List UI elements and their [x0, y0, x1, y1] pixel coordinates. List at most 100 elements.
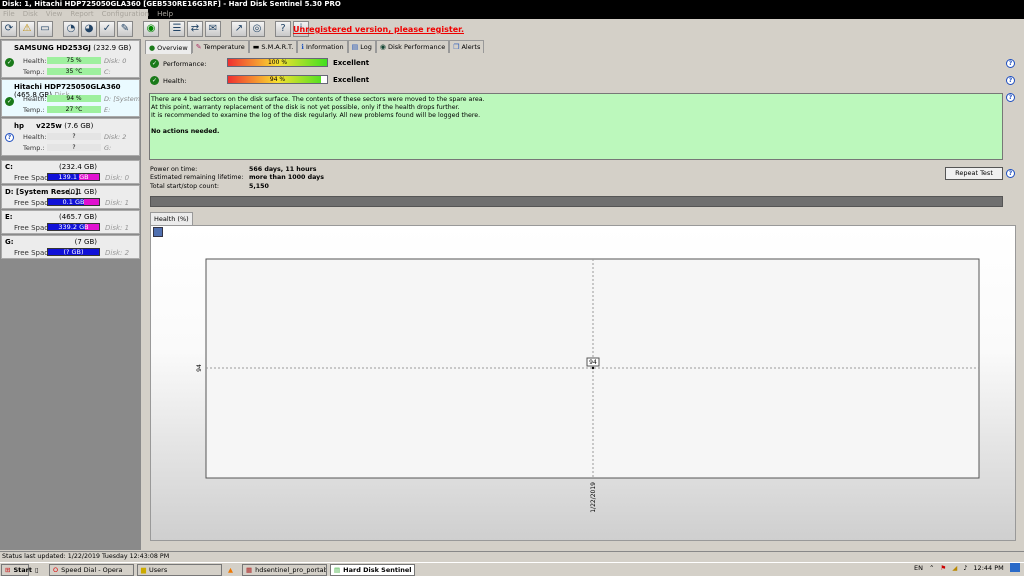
help-icon[interactable]: ?	[1006, 93, 1015, 102]
graph-icon[interactable]: ↗	[231, 21, 247, 37]
network-warning-icon[interactable]: ◢	[952, 564, 957, 572]
disk-index: Disk: 2	[104, 133, 127, 141]
taskbar-users[interactable]: ▆ Users	[137, 563, 222, 576]
language-indicator[interactable]: EN	[914, 564, 923, 572]
taskbar-label: Hard Disk Sentinel	[343, 565, 412, 574]
start-stop-label: Total start/stop count:	[150, 183, 219, 190]
disk-test-icon[interactable]: ◔	[63, 21, 79, 37]
taskbar-hard-disk-sentinel[interactable]: ▤ Hard Disk Sentinel	[330, 563, 415, 576]
temp-label: Temp.:	[23, 106, 45, 114]
windows-logo-icon: ⊞	[5, 565, 11, 574]
disk-volume: G:	[104, 144, 112, 152]
sync-icon[interactable]: ⇄	[187, 21, 203, 37]
volume-icon[interactable]: ♪	[963, 564, 967, 572]
network-icon[interactable]: ◉	[143, 21, 159, 37]
help-icon[interactable]: ?	[1006, 76, 1015, 85]
help-icon[interactable]: ?	[1006, 169, 1015, 178]
health-chart-area: 94 94 1/22/2019	[150, 225, 1016, 541]
start-button[interactable]: ⊞ Start	[1, 563, 32, 576]
action-center-icon[interactable]: ⚑	[940, 564, 946, 572]
tab-disk-performance[interactable]: ◉ Disk Performance	[375, 40, 450, 53]
hds-icon: ▤	[334, 565, 341, 574]
tab-overview[interactable]: ● Overview	[145, 40, 192, 54]
tab-smart[interactable]: ▬ S.M.A.R.T.	[248, 40, 298, 53]
tab-health-chart[interactable]: Health (%)	[150, 212, 193, 225]
lifetime-value: more than 1000 days	[249, 174, 325, 181]
tab-log[interactable]: ▤ Log	[347, 40, 376, 53]
volume-item[interactable]: D: [System Rese..] (0.1 GB) Free Space 0…	[1, 185, 140, 209]
disk-index: Disk: 0	[104, 57, 127, 65]
volume-size: (465.7 GB)	[59, 213, 97, 221]
taskbar-opera[interactable]: O Speed Dial - Opera	[49, 563, 134, 576]
menu-configuration[interactable]: Configuration	[102, 9, 149, 19]
volume-item[interactable]: G: (7 GB) Free Space (? GB) Disk: 2	[1, 235, 140, 259]
temp-label: Temp.:	[23, 144, 45, 152]
save-icon[interactable]	[153, 227, 163, 237]
tab-temperature[interactable]: ✎ Temperature	[191, 40, 249, 53]
free-space-value: 0.1 GB	[62, 198, 85, 206]
info-icon: ℹ	[301, 43, 304, 51]
repeat-test-button[interactable]: Repeat Test	[945, 167, 1003, 180]
status-bar: Status last updated: 1/22/2019 Tuesday 1…	[0, 551, 1024, 561]
message-conclusion: No actions needed.	[151, 128, 220, 135]
temp-bar: ?	[47, 144, 101, 151]
disk-name: SAMSUNG HD253GJ	[14, 44, 91, 52]
refresh-icon[interactable]: ⟳	[1, 21, 17, 37]
register-link[interactable]: Unregistered version, please register.	[293, 25, 464, 34]
free-space-value: 139.1 GB	[58, 173, 89, 181]
alert-icon[interactable]: ⚠	[19, 21, 35, 37]
help-icon[interactable]: ?	[1006, 59, 1015, 68]
tab-alerts[interactable]: ❐ Alerts	[449, 40, 485, 53]
performance-rating: Excellent	[333, 59, 370, 67]
disk-item-hp[interactable]: hp v225w (7.6 GB) ? Health: ? Disk: 2 Te…	[1, 118, 140, 156]
help-icon[interactable]: ?	[275, 21, 291, 37]
disk-icon[interactable]: ▭	[37, 21, 53, 37]
menu-report[interactable]: Report	[70, 9, 93, 19]
report-icon[interactable]: ☰	[169, 21, 185, 37]
sound-icon[interactable]: ◎	[249, 21, 265, 37]
explorer-icon[interactable]: ▯	[32, 563, 46, 576]
volume-item[interactable]: C: (232.4 GB) Free Space 139.1 GB Disk: …	[1, 160, 140, 184]
ok-check-icon: ●	[149, 43, 156, 52]
clock[interactable]: 12:44 PM	[973, 564, 1003, 572]
vlc-icon[interactable]: ▲	[225, 563, 239, 576]
disk-tools-icon[interactable]: ✎	[117, 21, 133, 37]
volume-size: (232.4 GB)	[59, 163, 97, 171]
performance-bar: 100 %	[227, 58, 328, 67]
message-line: There are 4 bad sectors on the disk surf…	[151, 96, 485, 103]
tab-label: Information	[305, 43, 344, 51]
menu-view[interactable]: View	[46, 9, 63, 19]
disk-item-samsung[interactable]: SAMSUNG HD253GJ (232.9 GB) ✓ Health: 75 …	[1, 40, 140, 78]
taskbar-hdsentinel-portable[interactable]: ▦hdsentinel_pro_portable...	[242, 563, 327, 576]
disk-icon: ▬	[252, 43, 260, 51]
volume-item[interactable]: E: (465.7 GB) Free Space 339.2 GB Disk: …	[1, 210, 140, 234]
ok-check-icon: ✓	[150, 59, 159, 68]
tab-label: S.M.A.R.T.	[261, 43, 294, 51]
start-label: Start	[13, 565, 32, 574]
menu-bar: File Disk View Report Configuration Help	[0, 9, 1024, 19]
menu-file[interactable]: File	[3, 9, 15, 19]
menu-disk[interactable]: Disk	[23, 9, 38, 19]
volume-name: G:	[5, 238, 14, 246]
menu-help[interactable]: Help	[157, 9, 173, 19]
tray-arrow-icon[interactable]: ⌃	[929, 564, 934, 572]
health-chart: 94 94 1/22/2019	[196, 258, 980, 513]
health-label: Health:	[23, 57, 47, 65]
disk-surface-icon[interactable]: ◕	[81, 21, 97, 37]
send-icon[interactable]: ✉	[205, 21, 221, 37]
disk-item-hitachi[interactable]: Hitachi HDP725050GLA360 (465.8 GB) Disk …	[1, 79, 141, 117]
show-desktop-icon[interactable]	[1009, 563, 1020, 572]
disk-check-icon[interactable]: ✓	[99, 21, 115, 37]
folder-icon: ▆	[141, 565, 146, 574]
volume-disk: Disk: 1	[105, 199, 130, 207]
tab-information[interactable]: ℹ Information	[297, 40, 348, 53]
taskbar-label: Users	[149, 565, 168, 574]
free-space-value: (? GB)	[63, 248, 84, 256]
power-on-label: Power on time:	[150, 166, 198, 173]
disk-name: hp v225w	[14, 122, 62, 130]
health-rating: Excellent	[333, 76, 370, 84]
disk-volume: C:	[104, 68, 111, 76]
volume-size: (7 GB)	[74, 238, 97, 246]
y-tick-label: 94	[196, 364, 203, 372]
tab-label: Overview	[157, 43, 188, 52]
